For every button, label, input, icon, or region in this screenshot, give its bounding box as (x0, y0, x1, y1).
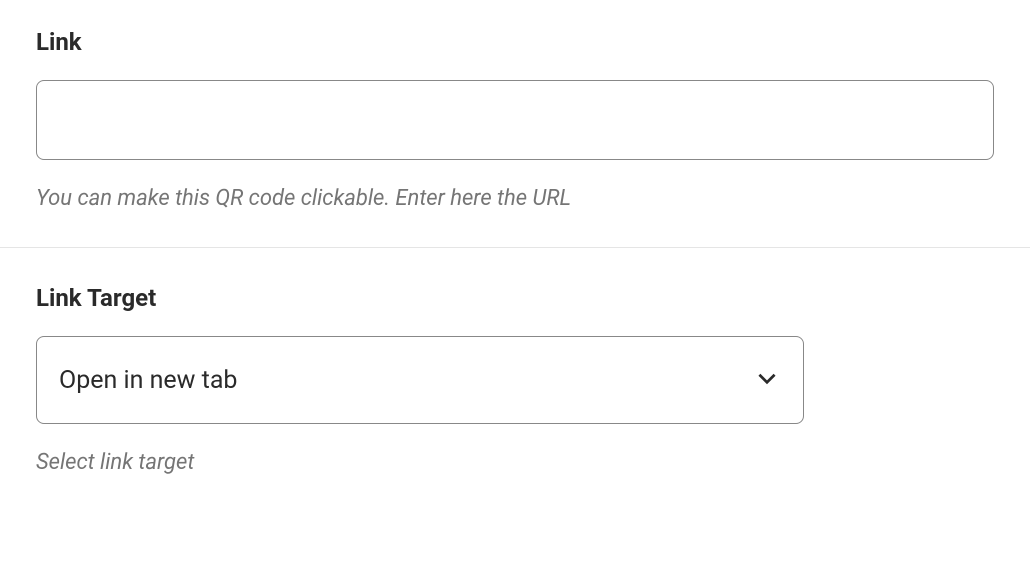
link-section: Link You can make this QR code clickable… (0, 0, 1030, 247)
link-target-select-wrapper: Open in new tab (36, 336, 804, 424)
link-target-select[interactable]: Open in new tab (36, 336, 804, 424)
link-target-label: Link Target (36, 284, 994, 312)
link-target-selected-value: Open in new tab (59, 366, 237, 395)
link-help-text: You can make this QR code clickable. Ent… (36, 186, 994, 211)
link-target-section: Link Target Open in new tab Select link … (0, 248, 1030, 511)
link-target-help-text: Select link target (36, 450, 994, 475)
link-input[interactable] (36, 80, 994, 160)
link-label: Link (36, 28, 994, 56)
